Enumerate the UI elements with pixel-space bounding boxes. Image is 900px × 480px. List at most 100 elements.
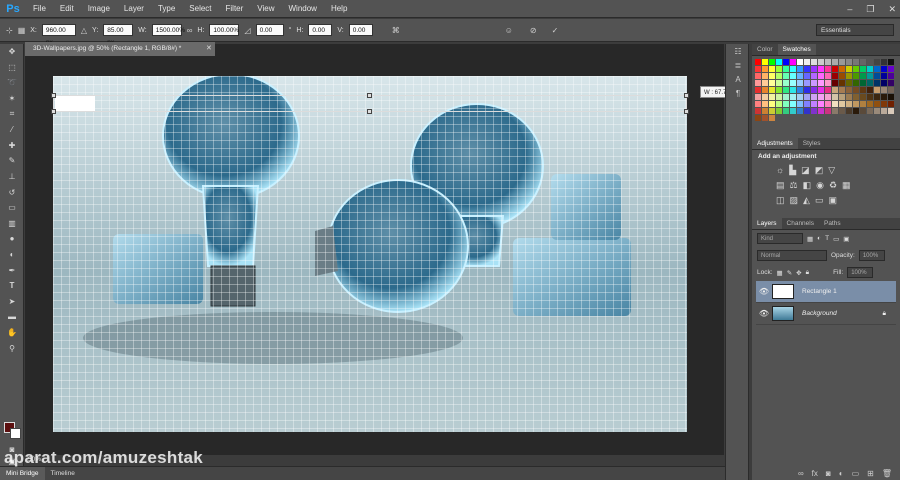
swatch-cell[interactable] — [811, 80, 818, 87]
swatch-cell[interactable] — [846, 108, 853, 115]
swatch-cell[interactable] — [790, 66, 797, 73]
swatch-cell[interactable] — [755, 66, 762, 73]
swatch-cell[interactable] — [867, 80, 874, 87]
swatch-cell[interactable] — [881, 73, 888, 80]
swatch-cell[interactable] — [888, 101, 895, 108]
swatch-cell[interactable] — [755, 80, 762, 87]
marquee-tool-icon[interactable]: ⬚ — [0, 60, 24, 76]
swatch-cell[interactable] — [769, 66, 776, 73]
swatch-cell[interactable] — [818, 108, 825, 115]
filter-type-icon[interactable]: T — [825, 235, 829, 242]
color-balance-icon[interactable]: ⚖ — [790, 180, 798, 191]
swatch-cell[interactable] — [853, 66, 860, 73]
lock-all-icon[interactable]: 🔒︎ — [806, 269, 809, 277]
swatch-cell[interactable] — [846, 87, 853, 94]
swatch-cell[interactable] — [832, 101, 839, 108]
swatch-cell[interactable] — [881, 59, 888, 66]
restore-icon[interactable]: ❐ — [866, 4, 874, 15]
swatch-cell[interactable] — [846, 80, 853, 87]
image-canvas[interactable] — [53, 76, 687, 432]
swatch-cell[interactable] — [853, 73, 860, 80]
swatch-cell[interactable] — [860, 59, 867, 66]
swatch-cell[interactable] — [867, 108, 874, 115]
swatch-cell[interactable] — [755, 108, 762, 115]
lock-paint-icon[interactable]: ✎ — [787, 269, 792, 277]
swatch-cell[interactable] — [811, 59, 818, 66]
hskew-field[interactable]: 0.00 — [308, 24, 333, 36]
swatch-cell[interactable] — [888, 94, 895, 101]
fill-field[interactable]: 100% — [847, 267, 874, 278]
swatch-cell[interactable] — [846, 59, 853, 66]
swatch-cell[interactable] — [811, 101, 818, 108]
reference-point-icon[interactable]: ▦ — [18, 26, 26, 35]
paragraph-panel-icon[interactable]: ¶ — [726, 86, 750, 100]
brush-tool-icon[interactable]: ✎ — [0, 153, 24, 169]
swatch-cell[interactable] — [755, 115, 762, 122]
swatch-cell[interactable] — [867, 101, 874, 108]
link-icon[interactable]: ∞ — [187, 26, 193, 35]
visibility-eye-icon[interactable]: 👁︎ — [756, 309, 772, 318]
swatch-cell[interactable] — [769, 80, 776, 87]
link-layers-icon[interactable]: ∞ — [798, 469, 804, 478]
shape-tool-icon[interactable]: ▬ — [0, 309, 24, 325]
add-mask-icon[interactable]: ◙ — [826, 469, 831, 478]
vskew-field[interactable]: 0.00 — [348, 24, 373, 36]
swatch-cell[interactable] — [755, 87, 762, 94]
swatch-cell[interactable] — [755, 59, 762, 66]
y-field[interactable]: 85.00 px — [103, 24, 134, 46]
swatch-cell[interactable] — [762, 73, 769, 80]
swatch-cell[interactable] — [783, 101, 790, 108]
swatch-cell[interactable] — [839, 87, 846, 94]
puppet-icon[interactable]: ☺ — [505, 26, 513, 35]
h-field[interactable]: 100.00% — [209, 24, 240, 36]
swatch-cell[interactable] — [818, 59, 825, 66]
swatch-cell[interactable] — [825, 73, 832, 80]
swatch-cell[interactable] — [762, 80, 769, 87]
swatch-cell[interactable] — [888, 108, 895, 115]
hue-saturation-icon[interactable]: ▤ — [776, 180, 785, 191]
swatch-cell[interactable] — [825, 59, 832, 66]
cancel-transform-icon[interactable]: ⊘ — [530, 26, 537, 35]
layer-row-background[interactable]: 👁︎ Background 🔒︎ — [756, 303, 896, 325]
type-tool-icon[interactable]: T — [0, 278, 24, 294]
swatch-cell[interactable] — [804, 59, 811, 66]
opacity-field[interactable]: 100% — [858, 250, 885, 261]
vibrance-icon[interactable]: ▽ — [828, 165, 835, 176]
menu-edit[interactable]: Edit — [53, 4, 81, 13]
levels-icon[interactable]: ▙ — [789, 165, 796, 176]
swatch-cell[interactable] — [790, 80, 797, 87]
swatch-cell[interactable] — [762, 94, 769, 101]
swatch-cell[interactable] — [853, 87, 860, 94]
kind-filter-select[interactable]: Kind — [757, 233, 803, 244]
menu-help[interactable]: Help — [324, 4, 354, 13]
swatch-cell[interactable] — [818, 80, 825, 87]
tab-layers[interactable]: Layers — [752, 218, 782, 229]
commit-transform-icon[interactable]: ✓ — [552, 26, 559, 35]
swatch-cell[interactable] — [888, 59, 895, 66]
gradient-map-icon[interactable]: ▭ — [815, 195, 824, 206]
crop-tool-icon[interactable]: ⌗ — [0, 106, 24, 122]
swatch-cell[interactable] — [874, 73, 881, 80]
transform-handle-tl[interactable] — [51, 93, 56, 98]
new-adjustment-icon[interactable]: ◐ — [839, 469, 844, 478]
swatch-cell[interactable] — [776, 59, 783, 66]
swatch-cell[interactable] — [762, 101, 769, 108]
tab-styles[interactable]: Styles — [798, 138, 826, 149]
swatch-cell[interactable] — [867, 87, 874, 94]
history-panel-icon[interactable]: ☷ — [726, 44, 750, 58]
path-select-icon[interactable]: ➤ — [0, 294, 24, 310]
swatch-cell[interactable] — [846, 101, 853, 108]
swatch-cell[interactable] — [881, 80, 888, 87]
swatch-cell[interactable] — [769, 115, 776, 122]
lock-position-icon[interactable]: ✥ — [796, 269, 801, 277]
threshold-icon[interactable]: ◭ — [803, 195, 810, 206]
document-tab[interactable]: 3D-Wallpapers.jpg @ 50% (Rectangle 1, RG… — [25, 42, 215, 56]
curves-icon[interactable]: ◪ — [801, 165, 810, 176]
swatch-cell[interactable] — [790, 108, 797, 115]
pen-tool-icon[interactable]: ✒ — [0, 262, 24, 278]
blur-tool-icon[interactable]: ● — [0, 231, 24, 247]
swatch-cell[interactable] — [776, 80, 783, 87]
menu-view[interactable]: View — [250, 4, 281, 13]
swatch-cell[interactable] — [846, 66, 853, 73]
tab-channels[interactable]: Channels — [782, 218, 819, 229]
